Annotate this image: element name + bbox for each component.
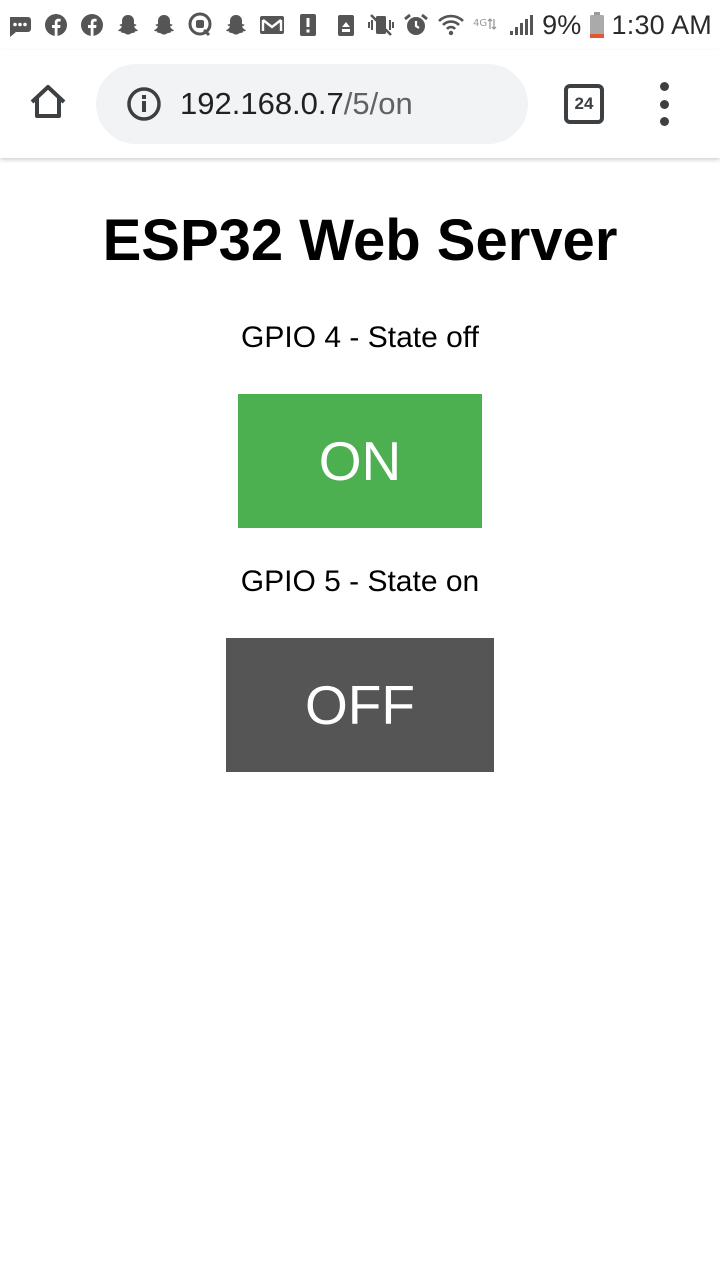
lte-icon: 4G — [472, 11, 500, 39]
facebook-icon — [78, 11, 106, 39]
clock: 1:30 AM — [611, 9, 712, 40]
vibrate-mute-icon — [367, 11, 395, 39]
signal-icon — [507, 11, 535, 39]
url-path: /5/on — [343, 86, 413, 121]
snapchat-icon — [114, 11, 142, 39]
url-text[interactable]: 192.168.0.7/5/on — [180, 86, 413, 122]
messages-icon — [6, 11, 34, 39]
browser-toolbar: 192.168.0.7/5/on 24 — [0, 50, 720, 158]
menu-dot — [659, 82, 669, 91]
system-icons: 4G 9% 1:30 AM — [332, 10, 712, 41]
menu-dot — [659, 99, 669, 109]
home-button[interactable] — [22, 80, 74, 128]
facebook-icon — [42, 11, 70, 39]
address-bar[interactable]: 192.168.0.7/5/on — [96, 64, 528, 144]
svg-text:4G: 4G — [473, 18, 487, 29]
url-host: 192.168.0.7 — [180, 86, 344, 121]
wifi-icon — [437, 11, 465, 39]
info-icon[interactable] — [126, 86, 162, 122]
battery-icon — [589, 11, 605, 39]
gmail-icon — [258, 11, 286, 39]
recycle-icon — [332, 11, 360, 39]
gpio4-on-button[interactable]: ON — [238, 394, 482, 528]
alert-icon — [294, 11, 322, 39]
tab-switcher-button[interactable]: 24 — [564, 84, 604, 124]
gpio5-state-label: GPIO 5 - State on — [240, 565, 480, 598]
alarm-icon — [402, 11, 430, 39]
gpio4-state-label: GPIO 4 - State off — [241, 321, 479, 354]
status-bar: 4G 9% 1:30 AM — [0, 0, 720, 50]
page-title: ESP32 Web Server — [102, 208, 618, 273]
menu-dot — [659, 117, 669, 126]
home-icon — [28, 82, 68, 127]
snapchat-icon — [150, 11, 178, 39]
snapchat-icon — [222, 11, 250, 39]
more-menu-button[interactable] — [650, 82, 678, 126]
gpio5-off-button[interactable]: OFF — [226, 638, 494, 772]
battery-percent: 9% — [542, 9, 582, 40]
notification-icons — [6, 11, 332, 39]
quora-icon — [186, 11, 214, 39]
